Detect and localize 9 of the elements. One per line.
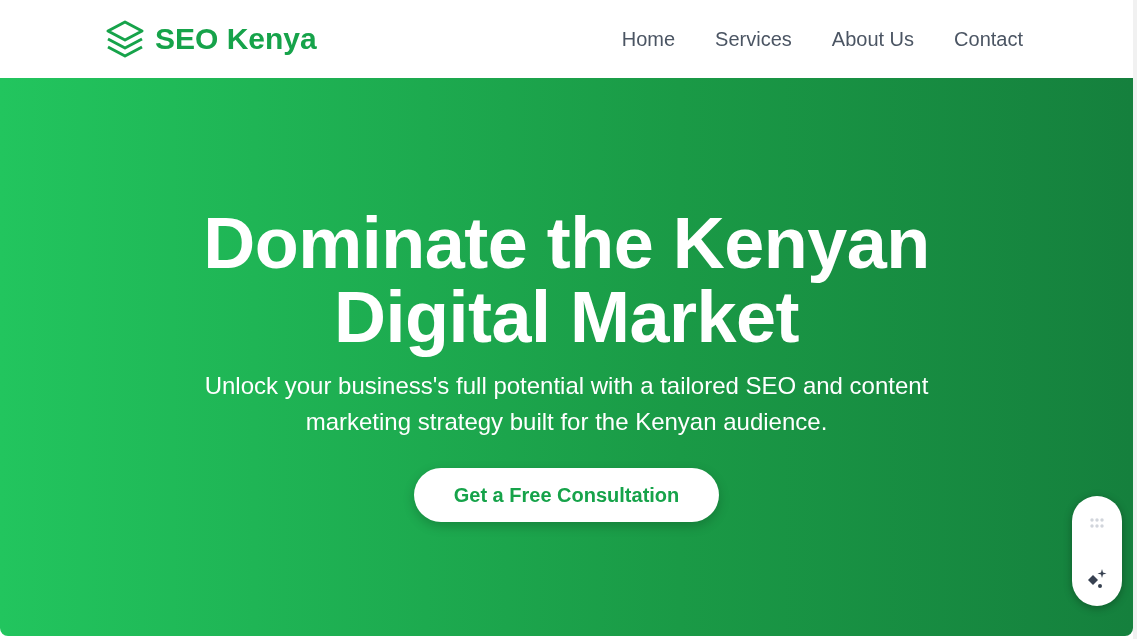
hero-subtitle: Unlock your business's full potential with a tailored SEO and content marketing strategy built for the Kenyan audience. — [204, 371, 929, 437]
layers-icon — [105, 20, 145, 58]
nav-link[interactable]: Home — [621, 27, 676, 51]
nav-link[interactable]: Contact — [954, 27, 1023, 51]
nav-link[interactable]: About Us — [831, 27, 915, 51]
nav-link[interactable]: Services — [715, 27, 792, 51]
drag-handle-icon[interactable] — [1089, 518, 1105, 528]
sparkle-icon[interactable] — [1086, 568, 1108, 590]
brand-name: SEO Kenya — [155, 22, 317, 56]
